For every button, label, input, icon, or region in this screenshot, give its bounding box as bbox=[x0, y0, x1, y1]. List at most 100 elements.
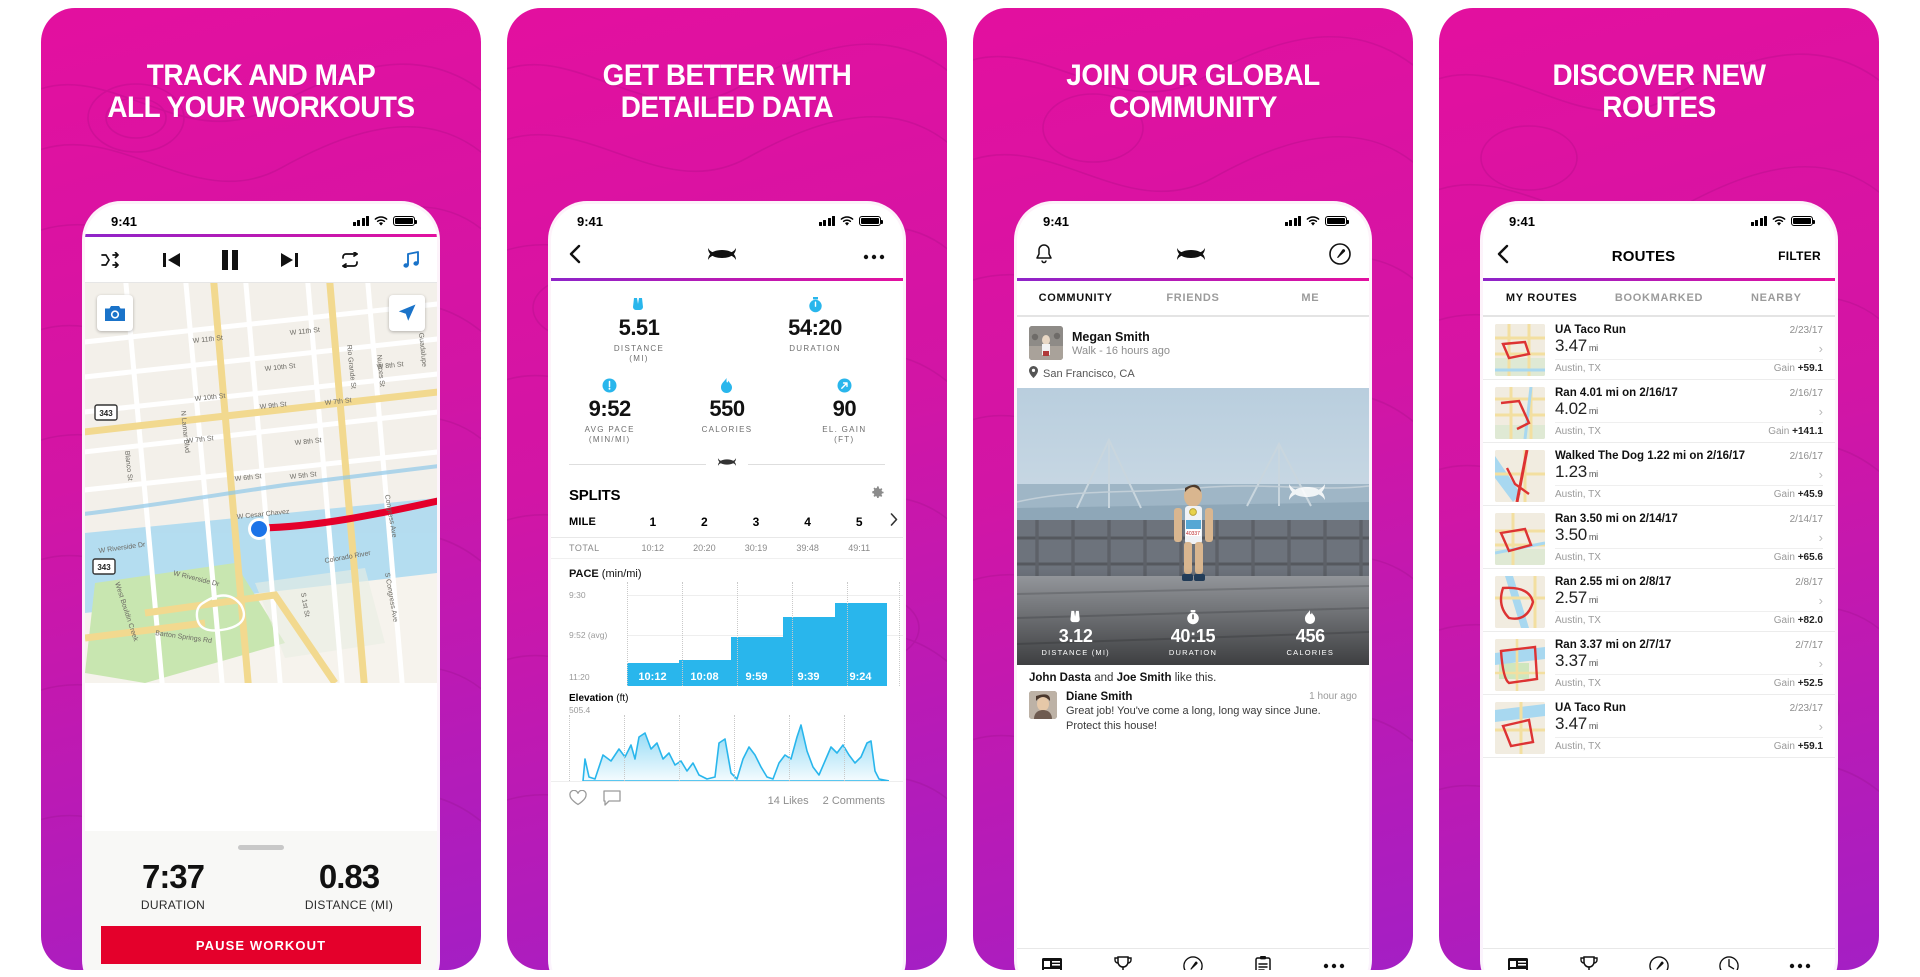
elevation-gain-caption: EL. GAIN (FT) bbox=[822, 425, 867, 444]
more-options-icon[interactable] bbox=[863, 247, 885, 265]
route-distance: 1.23 mi bbox=[1555, 462, 1598, 481]
record-icon[interactable] bbox=[1158, 955, 1228, 970]
routes-icon[interactable] bbox=[1694, 955, 1764, 970]
route-name: UA Taco Run bbox=[1555, 324, 1626, 336]
chevron-right-icon[interactable]: › bbox=[1819, 404, 1823, 419]
photo-stat-distance: 3.12 DISTANCE (MI) bbox=[1017, 610, 1134, 657]
route-city: Austin, TX bbox=[1555, 552, 1601, 563]
phone-mockup-1: 9:41 W 11th St W 10th St W 9th St W 8th … bbox=[85, 204, 437, 970]
route-gain: Gain +45.9 bbox=[1773, 489, 1823, 500]
comment-icon[interactable] bbox=[603, 790, 621, 811]
feed-icon[interactable] bbox=[1017, 957, 1087, 970]
chevron-right-icon[interactable]: › bbox=[1819, 341, 1823, 356]
feed-icon[interactable] bbox=[1483, 957, 1553, 970]
elevation-label: Elevation bbox=[569, 693, 614, 704]
route-thumbnail bbox=[1495, 639, 1545, 691]
kpi-calories: 550 CALORIES bbox=[668, 376, 785, 445]
next-track-icon[interactable] bbox=[280, 251, 300, 269]
heart-icon[interactable] bbox=[569, 789, 587, 811]
comment-author[interactable]: Diane Smith bbox=[1066, 691, 1132, 703]
record-workout-icon[interactable] bbox=[1329, 242, 1351, 270]
bell-icon[interactable] bbox=[1035, 243, 1053, 269]
pace-chart-title: PACE (min/mi) bbox=[551, 559, 903, 582]
record-icon[interactable] bbox=[1624, 955, 1694, 970]
post-social-bar: 14 Likes 2 Comments bbox=[551, 781, 903, 819]
chevron-right-icon[interactable] bbox=[885, 513, 903, 531]
back-chevron-icon[interactable] bbox=[1497, 244, 1509, 269]
table-row[interactable]: Ran 3.37 mi on 2/7/17 2/7/17 3.37 mi › Au… bbox=[1483, 632, 1835, 695]
photo-stat-overlay: 3.12 DISTANCE (MI) 40:15 DURATION 456 CA… bbox=[1017, 610, 1369, 657]
workout-map[interactable]: W 11th St W 10th St W 9th St W 8th St W … bbox=[85, 283, 437, 683]
more-icon[interactable] bbox=[1765, 963, 1835, 969]
stat-distance: 0.83 DISTANCE (MI) bbox=[261, 858, 437, 912]
trophy-icon[interactable] bbox=[1087, 956, 1157, 970]
drag-handle[interactable] bbox=[238, 845, 284, 850]
chevron-right-icon[interactable]: › bbox=[1819, 656, 1823, 671]
shoe-icon bbox=[551, 295, 727, 314]
ua-logo-icon bbox=[716, 455, 738, 473]
stopwatch-icon bbox=[1134, 610, 1251, 626]
status-bar: 9:41 bbox=[1017, 204, 1369, 234]
route-name: Walked The Dog 1.22 mi on 2/16/17 bbox=[1555, 450, 1746, 462]
wifi-icon bbox=[1772, 215, 1786, 226]
elevation-icon bbox=[786, 376, 903, 395]
route-thumbnail bbox=[1495, 513, 1545, 565]
comments-count[interactable]: 2 Comments bbox=[823, 795, 885, 807]
avatar[interactable] bbox=[1029, 326, 1063, 360]
route-distance: 3.37 mi bbox=[1555, 651, 1598, 670]
cellular-signal-icon bbox=[1750, 216, 1767, 226]
post-meta: Walk - 16 hours ago bbox=[1072, 344, 1171, 357]
locate-icon[interactable] bbox=[389, 295, 425, 331]
previous-track-icon[interactable] bbox=[161, 251, 181, 269]
post-author[interactable]: Megan Smith bbox=[1072, 330, 1170, 344]
routes-list[interactable]: UA Taco Run 2/23/17 3.47 mi › Austin, TX … bbox=[1483, 317, 1835, 758]
route-date: 2/16/17 bbox=[1789, 388, 1823, 399]
tab-community[interactable]: COMMUNITY bbox=[1017, 292, 1134, 304]
phone-mockup-3: 9:41 COMMUNITY FRIENDS ME Megan Smith Wa… bbox=[1017, 204, 1369, 970]
back-chevron-icon[interactable] bbox=[569, 244, 581, 269]
tab-nearby[interactable]: NEARBY bbox=[1718, 292, 1835, 304]
chevron-right-icon[interactable]: › bbox=[1819, 530, 1823, 545]
headline-line-2: ROUTES bbox=[1602, 91, 1716, 125]
trophy-icon[interactable] bbox=[1553, 956, 1623, 970]
chevron-right-icon[interactable]: › bbox=[1819, 593, 1823, 608]
cellular-signal-icon bbox=[1284, 216, 1301, 226]
chevron-right-icon[interactable]: › bbox=[1819, 467, 1823, 482]
table-row[interactable]: UA Taco Run 2/23/17 3.47 mi › Austin, TX … bbox=[1483, 695, 1835, 758]
table-row[interactable]: Ran 3.50 mi on 2/14/17 2/14/17 3.50 mi › … bbox=[1483, 506, 1835, 569]
table-row[interactable]: Ran 4.01 mi on 2/16/17 2/16/17 4.02 mi › … bbox=[1483, 380, 1835, 443]
post-header[interactable]: Megan Smith Walk - 16 hours ago bbox=[1017, 317, 1369, 364]
pause-icon[interactable] bbox=[220, 249, 240, 271]
route-gain: Gain +59.1 bbox=[1773, 741, 1823, 752]
battery-icon bbox=[1325, 216, 1350, 226]
duration-caption: DURATION bbox=[789, 344, 841, 353]
camera-icon[interactable] bbox=[97, 295, 133, 331]
post-photo[interactable]: 40337 3.12 DISTANCE (MI) 40:15 DURATION … bbox=[1017, 388, 1369, 665]
music-note-icon[interactable] bbox=[401, 250, 421, 270]
tab-my-routes[interactable]: MY ROUTES bbox=[1483, 292, 1600, 304]
tab-bookmarked[interactable]: BOOKMARKED bbox=[1600, 292, 1717, 304]
repeat-icon[interactable] bbox=[339, 251, 361, 268]
table-row[interactable]: Ran 2.55 mi on 2/8/17 2/8/17 2.57 mi › Au… bbox=[1483, 569, 1835, 632]
shuffle-icon[interactable] bbox=[101, 251, 121, 268]
pause-workout-button[interactable]: PAUSE WORKOUT bbox=[101, 926, 421, 964]
tab-me[interactable]: ME bbox=[1252, 292, 1369, 304]
battery-icon bbox=[1791, 216, 1816, 226]
gear-icon[interactable] bbox=[870, 485, 885, 505]
kpi-row-primary: 5.51 DISTANCE (MI) 54:20 DURATION bbox=[551, 281, 903, 370]
table-row[interactable]: UA Taco Run 2/23/17 3.47 mi › Austin, TX … bbox=[1483, 317, 1835, 380]
avatar[interactable] bbox=[1029, 691, 1057, 719]
ua-logo-icon bbox=[705, 245, 739, 268]
clipboard-icon[interactable] bbox=[1228, 955, 1298, 970]
chevron-right-icon[interactable]: › bbox=[1819, 719, 1823, 734]
table-row[interactable]: Walked The Dog 1.22 mi on 2/16/17 2/16/1… bbox=[1483, 443, 1835, 506]
filter-button[interactable]: FILTER bbox=[1778, 249, 1821, 263]
more-icon[interactable] bbox=[1299, 963, 1369, 969]
likes-count[interactable]: 14 Likes bbox=[768, 795, 809, 807]
liker-1[interactable]: John Dasta bbox=[1029, 672, 1091, 684]
liker-2[interactable]: Joe Smith bbox=[1117, 672, 1172, 684]
music-controls-bar[interactable] bbox=[85, 237, 437, 283]
tab-friends[interactable]: FRIENDS bbox=[1134, 292, 1251, 304]
svg-text:343: 343 bbox=[99, 409, 113, 418]
total-2: 20:20 bbox=[693, 543, 716, 553]
